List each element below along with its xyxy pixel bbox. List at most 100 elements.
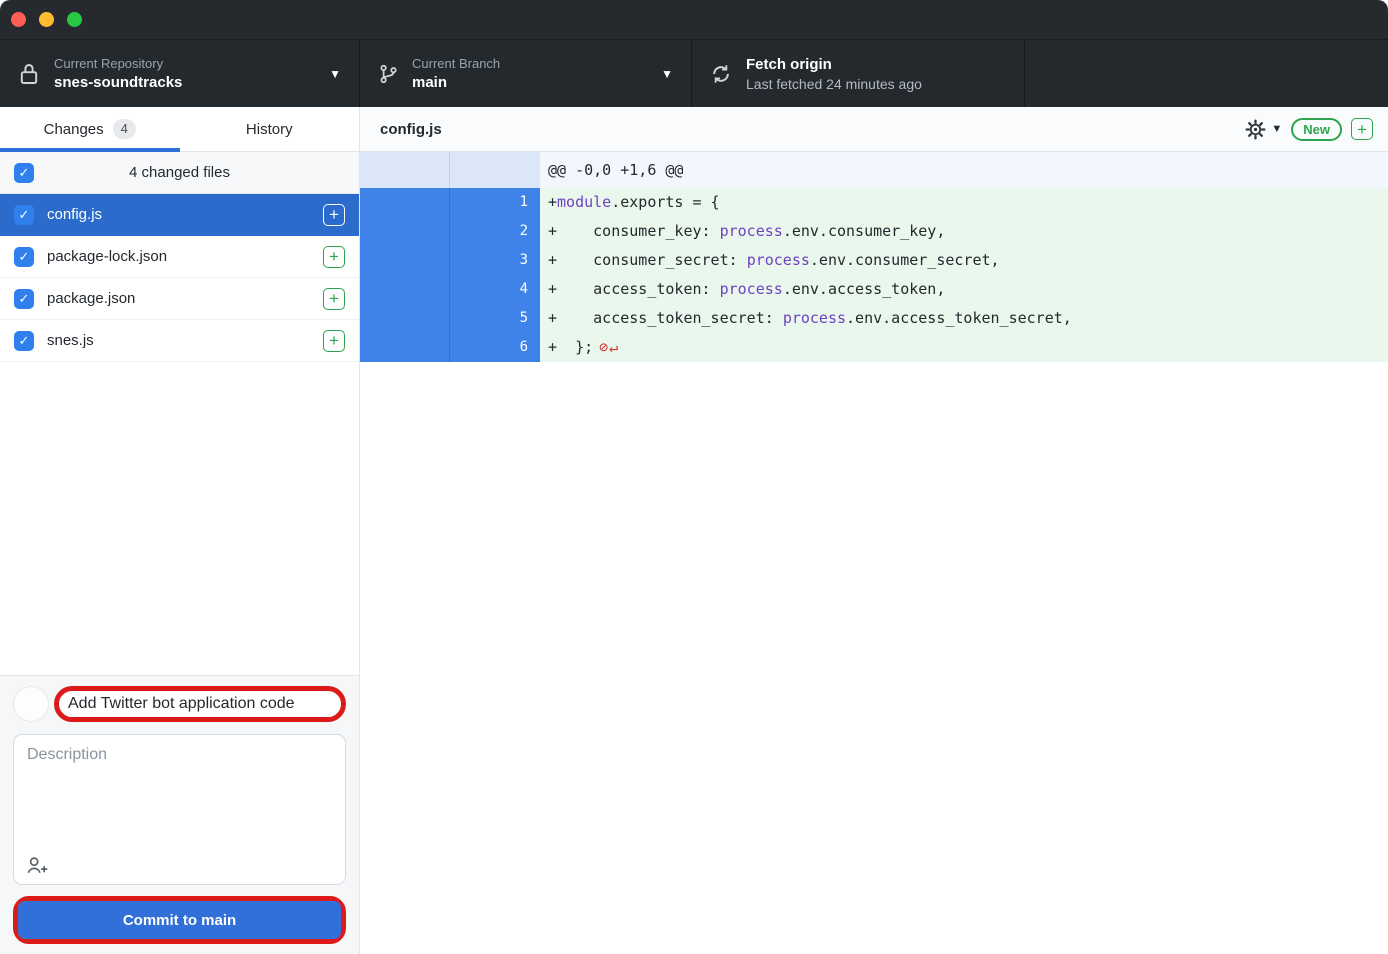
chevron-down-icon: ▼ — [661, 67, 673, 81]
diff-line-code: + };⊘↵ — [540, 333, 1388, 362]
changes-sidebar: Changes 4 History ✓ 4 changed files ✓ con… — [0, 107, 360, 954]
code-segment: + consumer_key: — [548, 222, 720, 240]
commit-button-prefix: Commit to — [123, 912, 201, 929]
file-row[interactable]: ✓package-lock.json+ — [0, 236, 359, 278]
added-status-icon: + — [323, 330, 345, 352]
diff-panel: config.js — [360, 107, 1388, 954]
diff-line: 5+ access_token_secret: process.env.acce… — [360, 304, 1388, 333]
add-coauthor-button[interactable] — [26, 855, 49, 875]
diff-hunk-header: @@ -0,0 +1,6 @@ — [540, 152, 1388, 188]
commit-description-box — [13, 734, 346, 885]
annotation-highlight: Commit to main — [13, 896, 346, 944]
file-checkbox[interactable]: ✓ — [14, 247, 34, 267]
fetch-origin-button[interactable]: Fetch origin Last fetched 24 minutes ago — [692, 40, 1025, 107]
file-checkbox[interactable]: ✓ — [14, 289, 34, 309]
diff-line-code: + access_token_secret: process.env.acces… — [540, 304, 1388, 333]
sync-icon — [710, 63, 732, 85]
diff-line-gutter[interactable]: 4 — [360, 275, 540, 304]
diff-empty-space — [360, 362, 1388, 954]
code-segment: + }; — [548, 338, 593, 356]
diff-line: 1+module.exports = { — [360, 188, 1388, 217]
code-segment: .env.consumer_secret, — [810, 251, 1000, 269]
code-segment: .exports = { — [611, 193, 719, 211]
new-line-number: 2 — [450, 217, 540, 246]
new-line-number: 1 — [450, 188, 540, 217]
file-list-empty-space — [0, 362, 359, 675]
lock-icon — [18, 62, 40, 86]
code-segment: process — [783, 309, 846, 327]
last-fetched-status: Last fetched 24 minutes ago — [746, 76, 1006, 92]
old-line-number-cell — [360, 246, 450, 275]
repository-name: snes-soundtracks — [54, 74, 319, 91]
changed-files-header: ✓ 4 changed files — [0, 152, 359, 194]
diff-line-gutter[interactable]: 2 — [360, 217, 540, 246]
chevron-down-icon: ▼ — [1271, 123, 1282, 135]
close-window-button[interactable] — [11, 12, 26, 27]
minimize-window-button[interactable] — [39, 12, 54, 27]
diff-line-gutter[interactable]: 5 — [360, 304, 540, 333]
diff-lines: 1+module.exports = {2 + consumer_key: pro… — [360, 188, 1388, 362]
diff-line-code: + access_token: process.env.access_token… — [540, 275, 1388, 304]
tab-changes-label: Changes — [44, 121, 104, 138]
code-segment: module — [557, 193, 611, 211]
zoom-window-button[interactable] — [67, 12, 82, 27]
file-row[interactable]: ✓ snes.js + — [0, 320, 359, 362]
toolbar: Current Repository snes-soundtracks ▼ Cu… — [0, 40, 1388, 107]
code-segment: + access_token_secret: — [548, 309, 783, 327]
code-segment: process — [720, 280, 783, 298]
file-checkbox[interactable]: ✓ — [14, 205, 34, 225]
tab-changes[interactable]: Changes 4 — [0, 107, 180, 151]
commit-to-main-button[interactable]: Commit to main — [18, 901, 341, 939]
file-name: snes.js — [47, 332, 94, 349]
diff-hunk-gutter — [360, 152, 540, 188]
file-row[interactable]: ✓ config.js + — [0, 194, 359, 236]
new-line-number: 4 — [450, 275, 540, 304]
changes-count-badge: 4 — [113, 119, 136, 139]
current-branch-dropdown[interactable]: Current Branch main ▼ — [360, 40, 692, 107]
diff-line: 4+ access_token: process.env.access_toke… — [360, 275, 1388, 304]
new-line-number: 3 — [450, 246, 540, 275]
diff-line-code: + consumer_secret: process.env.consumer_… — [540, 246, 1388, 275]
file-name: config.js — [47, 206, 102, 223]
code-segment: .env.consumer_key, — [783, 222, 946, 240]
diff-view: @@ -0,0 +1,6 @@ 1+module.exports = {2+ c… — [360, 152, 1388, 954]
code-segment: + consumer_secret: — [548, 251, 747, 269]
commit-panel: Commit to main — [0, 675, 359, 954]
old-line-number-cell — [360, 304, 450, 333]
branch-name: main — [412, 74, 651, 91]
diff-line-gutter[interactable]: 1 — [360, 188, 540, 217]
added-file-status-icon: + — [1351, 118, 1373, 140]
old-line-number-cell — [360, 333, 450, 362]
gear-icon — [1245, 119, 1266, 140]
diff-line-gutter[interactable]: 6 — [360, 333, 540, 362]
current-repository-dropdown[interactable]: Current Repository snes-soundtracks ▼ — [0, 40, 360, 107]
file-checkbox[interactable]: ✓ — [14, 331, 34, 351]
annotation-highlight — [54, 686, 346, 722]
file-name: package.json — [47, 290, 135, 307]
github-desktop-window: Current Repository snes-soundtracks ▼ Cu… — [0, 0, 1388, 954]
diff-line: 3+ consumer_secret: process.env.consumer… — [360, 246, 1388, 275]
old-line-number-cell — [360, 275, 450, 304]
diff-line-code: +module.exports = { — [540, 188, 1388, 217]
diff-line-gutter[interactable]: 3 — [360, 246, 540, 275]
code-segment: + access_token: — [548, 280, 720, 298]
tab-history-label: History — [246, 121, 293, 138]
tab-history[interactable]: History — [180, 107, 360, 151]
file-list: ✓config.js+✓package-lock.json+✓package.j… — [0, 194, 359, 362]
fetch-origin-label: Fetch origin — [746, 56, 1006, 73]
changed-files-summary: 4 changed files — [0, 164, 359, 181]
diff-line: 6+ };⊘↵ — [360, 333, 1388, 362]
commit-summary-input[interactable] — [68, 695, 332, 713]
file-status-new-badge: New — [1291, 118, 1342, 141]
new-line-number: 5 — [450, 304, 540, 333]
code-segment: process — [720, 222, 783, 240]
code-segment: .env.access_token, — [783, 280, 946, 298]
diff-header: config.js — [360, 107, 1388, 152]
commit-button-branch: main — [201, 912, 236, 929]
code-segment: .env.access_token_secret, — [846, 309, 1072, 327]
diff-options-button[interactable]: ▼ — [1245, 119, 1282, 140]
commit-description-input[interactable] — [27, 746, 332, 850]
file-row[interactable]: ✓package.json+ — [0, 278, 359, 320]
added-status-icon: + — [323, 204, 345, 226]
avatar — [13, 686, 49, 722]
